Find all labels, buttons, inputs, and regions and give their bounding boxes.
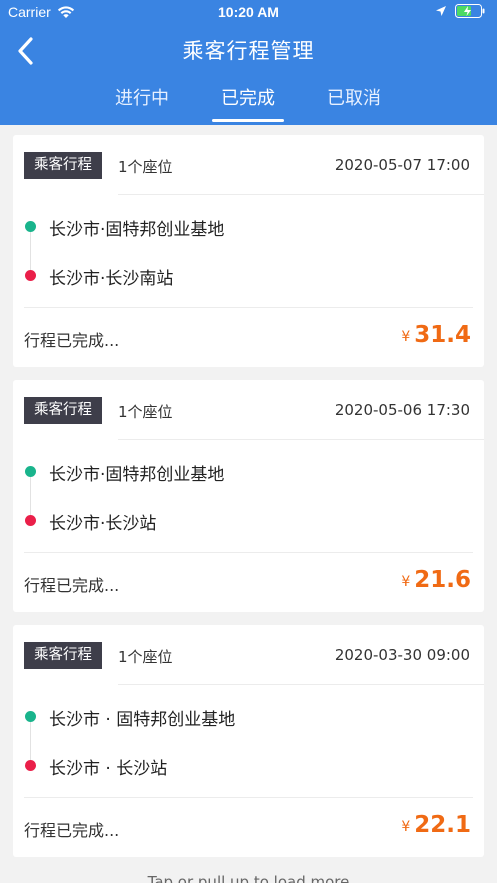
origin-dot-icon [25,221,36,232]
trip-status: 行程已完成... [24,821,120,840]
tab-cancelled[interactable]: 已取消 [309,84,399,110]
destination-label: 长沙市 · 长沙站 [49,759,168,779]
load-more-hint[interactable]: Tap or pull up to load more [0,873,497,883]
trip-price: ¥31.4 [401,322,471,348]
route-connector [30,722,31,760]
app-header: Carrier 10:20 AM 乘客行程管理 进行中 已完成 已取消 [0,0,497,125]
trip-route: 长沙市·固特邦创业基地 长沙市·长沙站 [13,440,484,552]
trip-card[interactable]: 乘客行程 1个座位 2020-05-07 17:00 长沙市·固特邦创业基地 长… [13,135,484,367]
origin-dot-icon [25,466,36,477]
trip-route: 长沙市·固特邦创业基地 长沙市·长沙南站 [13,195,484,307]
route-connector [30,477,31,515]
currency-symbol: ¥ [401,819,411,835]
clock: 10:20 AM [218,4,279,20]
price-amount: 22.1 [414,812,471,838]
active-tab-indicator [212,119,284,122]
trip-card[interactable]: 乘客行程 1个座位 2020-05-06 17:30 长沙市·固特邦创业基地 长… [13,380,484,612]
tab-ongoing[interactable]: 进行中 [97,84,187,110]
trip-type-badge: 乘客行程 [24,397,102,424]
trip-datetime: 2020-05-07 17:00 [334,156,470,174]
trip-type-badge: 乘客行程 [24,152,102,179]
route-connector [30,232,31,270]
price-amount: 31.4 [414,322,471,348]
trip-datetime: 2020-05-06 17:30 [334,401,470,419]
destination-dot-icon [25,270,36,281]
destination-label: 长沙市·长沙南站 [49,269,174,289]
price-amount: 21.6 [414,567,471,593]
tab-bar: 进行中 已完成 已取消 [0,84,497,125]
trip-type-badge: 乘客行程 [24,642,102,669]
status-icons [435,4,485,18]
destination-dot-icon [25,760,36,771]
origin-label: 长沙市·固特邦创业基地 [49,465,225,485]
currency-symbol: ¥ [401,329,411,345]
currency-symbol: ¥ [401,574,411,590]
trip-card-header: 乘客行程 1个座位 2020-05-06 17:30 [13,380,484,440]
origin-label: 长沙市 · 固特邦创业基地 [49,710,236,730]
trip-price: ¥22.1 [401,812,471,838]
seat-count: 1个座位 [118,158,173,176]
location-arrow-icon [436,6,446,16]
status-bar: Carrier 10:20 AM [0,0,497,26]
divider [24,307,473,308]
trip-datetime: 2020-03-30 09:00 [334,646,470,664]
page-title: 乘客行程管理 [182,39,315,63]
origin-label: 长沙市·固特邦创业基地 [49,220,225,240]
trip-status: 行程已完成... [24,331,120,350]
trip-status: 行程已完成... [24,576,120,595]
tab-completed[interactable]: 已完成 [203,84,293,110]
trip-card[interactable]: 乘客行程 1个座位 2020-03-30 09:00 长沙市 · 固特邦创业基地… [13,625,484,857]
destination-dot-icon [25,515,36,526]
trip-card-header: 乘客行程 1个座位 2020-03-30 09:00 [13,625,484,685]
origin-dot-icon [25,711,36,722]
seat-count: 1个座位 [118,403,173,421]
seat-count: 1个座位 [118,648,173,666]
battery-charging-icon [455,4,485,18]
divider [24,797,473,798]
destination-label: 长沙市·长沙站 [49,514,157,534]
trip-price: ¥21.6 [401,567,471,593]
divider [24,552,473,553]
trip-route: 长沙市 · 固特邦创业基地 长沙市 · 长沙站 [13,685,484,797]
trip-card-header: 乘客行程 1个座位 2020-05-07 17:00 [13,135,484,195]
